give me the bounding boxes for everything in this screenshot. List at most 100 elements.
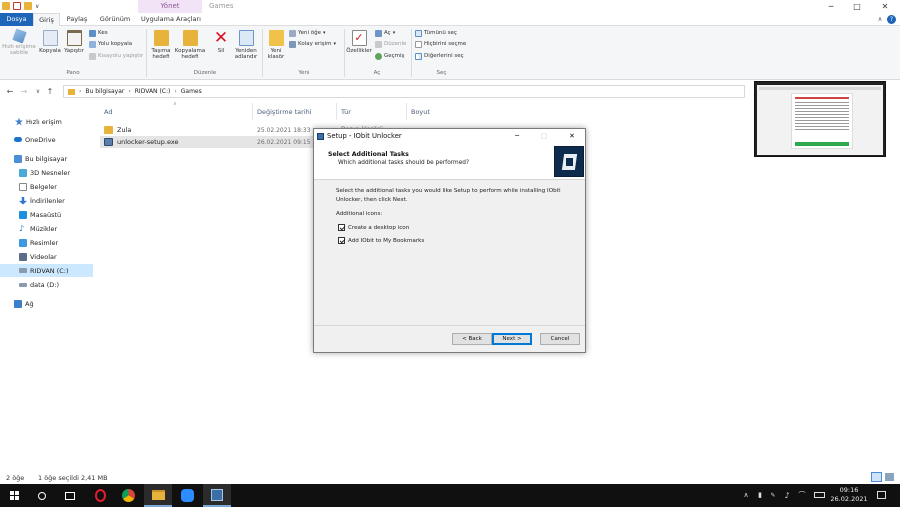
edit-button[interactable]: Düzenle [375,40,406,49]
zoom-app[interactable] [173,484,201,507]
cancel-button[interactable]: Cancel [540,333,580,345]
help-icon[interactable]: ? [887,15,896,24]
breadcrumb-drive-c[interactable]: RIDVAN (C:) [135,88,171,95]
select-none-button[interactable]: Hiçbirini seçme [415,40,466,49]
back-arrow-icon[interactable]: ← [4,84,16,99]
properties-qat-icon[interactable] [13,2,21,10]
desktop-icon-checkbox[interactable] [338,224,345,231]
tab-file[interactable]: Dosya [0,13,33,26]
invert-selection-button[interactable]: Diğerlerini seç [415,52,464,61]
nav-videos[interactable]: Videolar [0,250,93,263]
breadcrumb-separator-icon: › [128,88,131,95]
select-none-icon [415,41,422,48]
setup-app[interactable] [203,484,231,507]
breadcrumb-this-pc[interactable]: Bu bilgisayar [85,88,124,95]
paste-button[interactable]: Yapıştır [62,30,86,54]
recent-locations-icon[interactable]: ∨ [32,84,44,99]
tab-share[interactable]: Paylaş [63,13,91,26]
opera-icon [94,489,106,502]
nav-music[interactable]: ♪ Müzikler [0,222,93,235]
pin-quick-access-button[interactable]: Hızlı erişime sabitle [2,28,36,56]
dialog-title: Setup - IObit Unlocker [327,132,402,140]
column-divider[interactable] [336,103,337,120]
wifi-icon[interactable]: ⌒ [796,484,808,507]
copy-to-icon [182,30,198,46]
tray-overflow-icon[interactable]: ∧ [740,484,752,507]
new-item-button[interactable]: Yeni öğe ▾ [289,29,326,38]
details-view-icon[interactable] [871,472,882,482]
item-count: 2 öğe [6,474,25,482]
bookmarks-checkbox[interactable] [338,237,345,244]
copy-button[interactable]: Kopyala [38,30,62,54]
history-button[interactable]: Geçmiş [375,52,404,61]
nav-onedrive[interactable]: OneDrive [0,133,93,146]
task-view-button[interactable] [56,484,84,507]
column-header-date[interactable]: Değiştirme tarihi [257,108,312,116]
column-header-name[interactable]: Ad [104,108,112,116]
notification-center-icon[interactable] [874,484,888,507]
new-folder-qat-icon[interactable] [24,2,32,10]
nav-network[interactable]: Ağ [0,297,93,310]
column-header-size[interactable]: Boyut [411,108,430,116]
open-button[interactable]: Aç ▾ [375,29,395,38]
new-folder-button[interactable]: Yeni klasör [265,30,287,60]
copy-to-button[interactable]: Kopyalama hedefi [174,30,206,60]
tab-view[interactable]: Görünüm [99,13,131,26]
file-explorer-app[interactable] [144,484,172,507]
nav-quick-access[interactable]: Hızlı erişim [0,115,93,128]
nav-desktop[interactable]: Masaüstü [0,208,93,221]
window-preview-thumbnail[interactable] [754,81,886,157]
select-all-button[interactable]: Tümünü seç [415,29,457,38]
keyboard-icon[interactable] [812,484,826,507]
qat-dropdown-icon[interactable]: ∨ [35,3,39,10]
nav-drive-c[interactable]: RIDVAN (C:) [0,264,93,277]
tab-application-tools[interactable]: Uygulama Araçları [139,13,203,26]
delete-button[interactable]: ✕ Sil [210,30,232,55]
clock[interactable]: 09:16 26.02.2021 [830,486,868,504]
large-icons-view-icon[interactable] [885,473,894,481]
forward-arrow-icon[interactable]: → [18,84,30,99]
minimize-button[interactable]: ─ [820,0,842,13]
column-header-type[interactable]: Tür [341,108,351,116]
usb-icon[interactable]: ▮ [755,484,765,507]
close-button[interactable]: ✕ [874,0,896,13]
nav-this-pc[interactable]: Bu bilgisayar [0,152,93,165]
start-button[interactable] [0,484,28,507]
volume-icon[interactable]: ♪ [781,484,793,507]
up-arrow-icon[interactable]: ↑ [44,84,56,99]
opera-app[interactable] [86,484,114,507]
context-tab-manage[interactable]: Yönet [138,0,202,13]
add-bookmarks-option[interactable]: Add IObit to My Bookmarks [338,237,424,244]
nav-3d-objects[interactable]: 3D Nesneler [0,166,93,179]
move-to-button[interactable]: Taşıma hedefi [149,30,173,60]
column-divider[interactable] [252,103,253,120]
easy-access-button[interactable]: Kolay erişim ▾ [289,40,336,49]
ribbon-collapse-icon[interactable]: ∧ [875,13,885,26]
chrome-app[interactable] [114,484,142,507]
column-divider[interactable] [406,103,407,120]
properties-button[interactable]: ✓ Özellikler [346,30,372,54]
back-button[interactable]: < Back [452,333,492,345]
next-button[interactable]: Next > [492,333,532,345]
dialog-maximize-button[interactable]: □ [537,129,551,144]
paste-shortcut-button[interactable]: Kısayolu yapıştır [89,52,143,61]
additional-icons-label: Additional icons: [336,211,383,217]
dialog-close-button[interactable]: ✕ [565,129,579,144]
create-desktop-icon-option[interactable]: Create a desktop icon [338,224,409,231]
nav-documents[interactable]: Belgeler [0,180,93,193]
copy-path-button[interactable]: Yolu kopyala [89,40,132,49]
nav-downloads[interactable]: İndirilenler [0,194,93,207]
rename-icon [238,30,254,46]
pen-icon[interactable]: ✎ [768,484,778,507]
breadcrumb-games[interactable]: Games [181,88,202,95]
maximize-button[interactable]: □ [846,0,868,13]
search-button[interactable] [28,484,56,507]
nav-drive-d[interactable]: data (D:) [0,278,93,291]
dialog-minimize-button[interactable]: ─ [510,129,524,144]
cut-button[interactable]: Kes [89,29,108,38]
rename-button[interactable]: Yeniden adlandır [232,30,260,60]
dialog-divider [314,325,585,326]
nav-pictures[interactable]: Resimler [0,236,93,249]
tab-home[interactable]: Giriş [33,13,60,27]
address-bar[interactable]: › Bu bilgisayar › RIDVAN (C:) › Games [63,85,745,98]
